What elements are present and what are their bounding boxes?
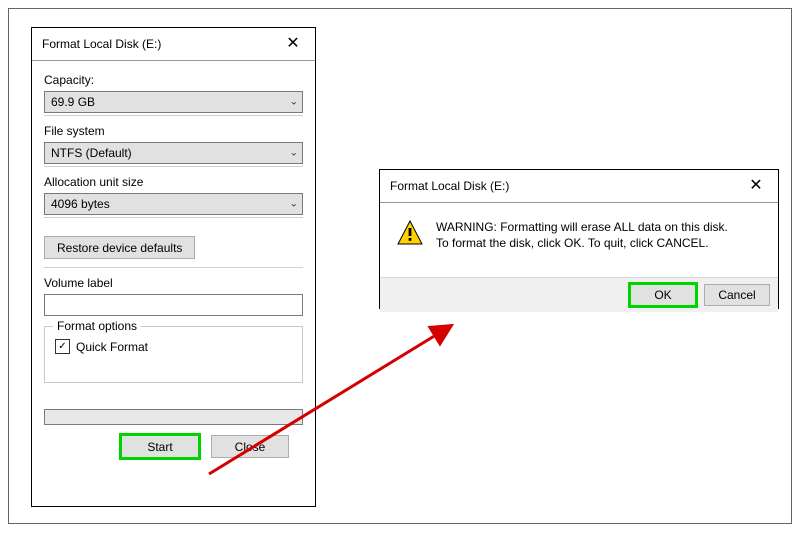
allocation-select[interactable]: 4096 bytes ⌄ xyxy=(44,193,303,215)
restore-defaults-button[interactable]: Restore device defaults xyxy=(44,236,195,259)
divider xyxy=(44,267,303,268)
filesystem-label: File system xyxy=(44,120,303,142)
filesystem-value: NTFS (Default) xyxy=(51,146,132,160)
canvas: Format Local Disk (E:) ✕ Capacity: 69.9 … xyxy=(8,8,792,524)
warning-icon xyxy=(396,219,424,250)
allocation-value: 4096 bytes xyxy=(51,197,110,211)
ok-button[interactable]: OK xyxy=(630,284,696,306)
chevron-down-icon: ⌄ xyxy=(290,199,298,210)
quick-format-label: Quick Format xyxy=(76,340,148,354)
titlebar: Format Local Disk (E:) ✕ xyxy=(32,28,315,61)
volume-label-label: Volume label xyxy=(44,272,303,294)
close-button[interactable]: Close xyxy=(211,435,289,458)
close-icon[interactable]: ✕ xyxy=(279,32,307,56)
dialog-title: Format Local Disk (E:) xyxy=(42,37,161,51)
divider xyxy=(44,115,303,116)
dialog-title: Format Local Disk (E:) xyxy=(390,179,509,193)
divider xyxy=(44,166,303,167)
format-dialog: Format Local Disk (E:) ✕ Capacity: 69.9 … xyxy=(31,27,316,507)
quick-format-checkbox[interactable]: ✓ xyxy=(55,339,70,354)
start-button[interactable]: Start xyxy=(121,435,199,458)
warning-dialog: Format Local Disk (E:) ✕ WARNING: Format… xyxy=(379,169,779,309)
warning-body: WARNING: Formatting will erase ALL data … xyxy=(380,203,778,277)
capacity-select[interactable]: 69.9 GB ⌄ xyxy=(44,91,303,113)
progress-bar xyxy=(44,409,303,425)
warning-text: WARNING: Formatting will erase ALL data … xyxy=(436,219,728,251)
dialog-body: Capacity: 69.9 GB ⌄ File system NTFS (De… xyxy=(32,61,315,458)
close-icon[interactable]: ✕ xyxy=(742,174,770,198)
format-options-group: Format options ✓ Quick Format xyxy=(44,326,303,383)
capacity-label: Capacity: xyxy=(44,69,303,91)
warning-line2: To format the disk, click OK. To quit, c… xyxy=(436,235,728,251)
titlebar: Format Local Disk (E:) ✕ xyxy=(380,170,778,203)
divider xyxy=(44,217,303,218)
chevron-down-icon: ⌄ xyxy=(290,97,298,108)
cancel-button[interactable]: Cancel xyxy=(704,284,770,306)
allocation-label: Allocation unit size xyxy=(44,171,303,193)
chevron-down-icon: ⌄ xyxy=(290,148,298,159)
capacity-value: 69.9 GB xyxy=(51,95,95,109)
warning-buttons: OK Cancel xyxy=(380,277,778,312)
warning-line1: WARNING: Formatting will erase ALL data … xyxy=(436,219,728,235)
format-options-label: Format options xyxy=(53,319,141,333)
filesystem-select[interactable]: NTFS (Default) ⌄ xyxy=(44,142,303,164)
volume-label-input[interactable] xyxy=(44,294,303,316)
